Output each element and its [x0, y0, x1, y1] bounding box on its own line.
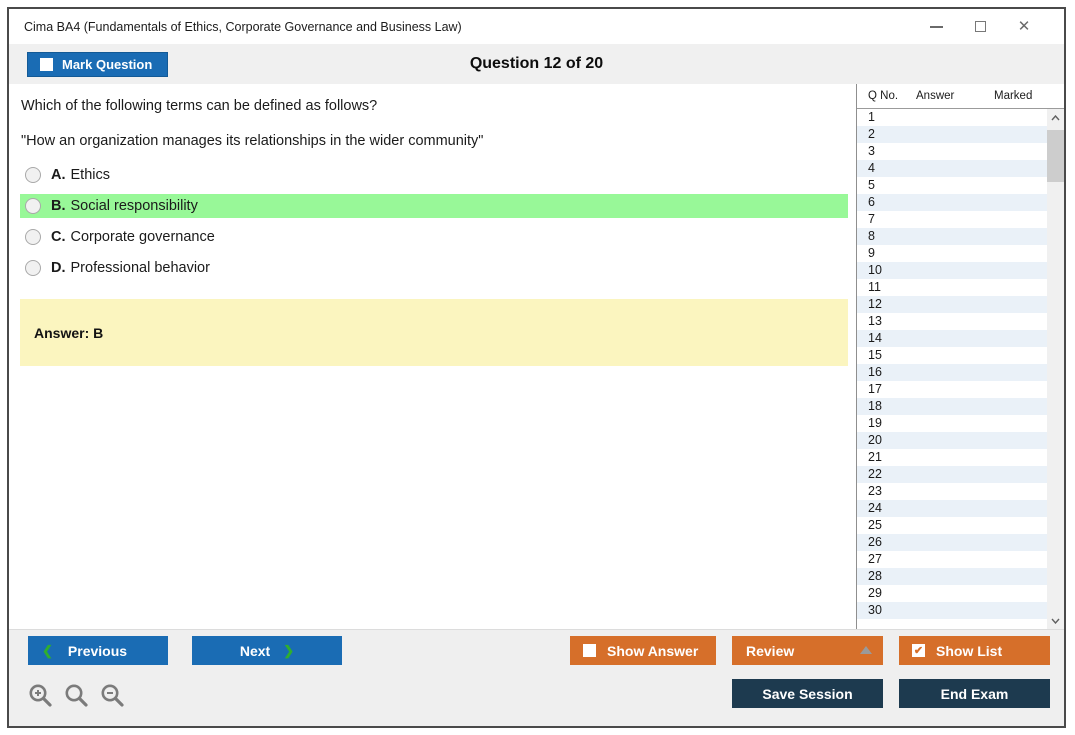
- question-list-row[interactable]: 17: [857, 381, 1064, 398]
- chevron-left-icon: ❮: [42, 642, 53, 658]
- window-title: Cima BA4 (Fundamentals of Ethics, Corpor…: [24, 19, 462, 34]
- show-list-button[interactable]: ✔ Show List: [899, 636, 1050, 665]
- end-exam-label: End Exam: [940, 685, 1009, 702]
- option-c[interactable]: C. Corporate governance: [20, 225, 848, 249]
- question-list-row[interactable]: 25: [857, 517, 1064, 534]
- option-letter: B.: [51, 198, 66, 214]
- next-label: Next: [239, 642, 271, 659]
- question-prompt: Which of the following terms can be defi…: [21, 98, 378, 114]
- mark-question-button[interactable]: Mark Question: [27, 52, 169, 77]
- mark-question-label: Mark Question: [62, 57, 153, 72]
- checkbox-unchecked-icon[interactable]: [583, 644, 596, 657]
- previous-button[interactable]: ❮ Previous: [28, 636, 168, 665]
- question-quote: "How an organization manages its relatio…: [21, 133, 484, 149]
- question-list-row[interactable]: 15: [857, 347, 1064, 364]
- question-list-row[interactable]: 11: [857, 279, 1064, 296]
- exam-window: Cima BA4 (Fundamentals of Ethics, Corpor…: [7, 7, 1066, 728]
- scroll-up-icon[interactable]: [1047, 109, 1064, 126]
- question-list-row[interactable]: 10: [857, 262, 1064, 279]
- content-area: Which of the following terms can be defi…: [9, 84, 1064, 629]
- header-bar: Mark Question Question 12 of 20: [9, 44, 1064, 84]
- question-list-row[interactable]: 4: [857, 160, 1064, 177]
- option-b[interactable]: B. Social responsibility: [20, 194, 848, 218]
- answer-reveal-box: Answer: B: [20, 299, 848, 366]
- previous-label: Previous: [67, 642, 128, 659]
- question-list-row[interactable]: 29: [857, 585, 1064, 602]
- option-a[interactable]: A. Ethics: [20, 163, 848, 187]
- scrollbar-thumb[interactable]: [1047, 130, 1064, 182]
- zoom-toolbar: [27, 682, 127, 710]
- close-icon[interactable]: ✕: [1017, 19, 1031, 34]
- question-list-header: Q No. Answer Marked: [857, 84, 1064, 109]
- show-answer-label: Show Answer: [607, 642, 699, 659]
- zoom-out-icon[interactable]: [99, 682, 127, 710]
- question-counter: Question 12 of 20: [469, 55, 604, 72]
- question-list-row[interactable]: 26: [857, 534, 1064, 551]
- answer-label: Answer: B: [34, 324, 104, 341]
- save-session-button[interactable]: Save Session: [732, 679, 883, 708]
- radio-button[interactable]: [25, 260, 41, 276]
- option-text: Professional behavior: [70, 260, 210, 276]
- question-list: 1 2 3 4 5 6 7 8 9 10 11 12 13 14 15 16 17 18 19 20 21 22 23 24 2…: [857, 109, 1064, 629]
- option-text: Social responsibility: [70, 198, 198, 214]
- title-bar: Cima BA4 (Fundamentals of Ethics, Corpor…: [9, 9, 1064, 44]
- zoom-in-icon[interactable]: [27, 682, 55, 710]
- save-session-label: Save Session: [762, 685, 853, 702]
- end-exam-button[interactable]: End Exam: [899, 679, 1050, 708]
- radio-button[interactable]: [25, 229, 41, 245]
- question-list-scrollbar[interactable]: [1047, 109, 1064, 629]
- option-letter: D.: [51, 260, 66, 276]
- review-button[interactable]: Review: [732, 636, 883, 665]
- scroll-down-icon[interactable]: [1047, 612, 1064, 629]
- column-answer: Answer: [916, 90, 955, 102]
- question-list-row[interactable]: 23: [857, 483, 1064, 500]
- question-list-row[interactable]: 6: [857, 194, 1064, 211]
- maximize-icon[interactable]: [973, 20, 987, 34]
- question-list-row[interactable]: 7: [857, 211, 1064, 228]
- question-list-row[interactable]: 19: [857, 415, 1064, 432]
- question-list-row[interactable]: 9: [857, 245, 1064, 262]
- window-controls: ✕: [929, 19, 1049, 34]
- next-button[interactable]: Next ❯: [192, 636, 342, 665]
- option-text: Corporate governance: [70, 229, 215, 245]
- option-d[interactable]: D. Professional behavior: [20, 256, 848, 280]
- checkbox-checked-icon[interactable]: ✔: [912, 644, 925, 657]
- question-list-row[interactable]: 28: [857, 568, 1064, 585]
- question-list-row[interactable]: 12: [857, 296, 1064, 313]
- question-list-row[interactable]: 5: [857, 177, 1064, 194]
- question-list-row[interactable]: 2: [857, 126, 1064, 143]
- question-list-row[interactable]: 3: [857, 143, 1064, 160]
- question-list-row[interactable]: 21: [857, 449, 1064, 466]
- question-panel: Which of the following terms can be defi…: [9, 84, 856, 629]
- question-list-row[interactable]: 8: [857, 228, 1064, 245]
- chevron-right-icon: ❯: [283, 642, 295, 658]
- question-list-row[interactable]: 30: [857, 602, 1064, 619]
- question-list-row[interactable]: 27: [857, 551, 1064, 568]
- review-label: Review: [746, 642, 795, 659]
- question-list-row[interactable]: 13: [857, 313, 1064, 330]
- question-list-row[interactable]: 14: [857, 330, 1064, 347]
- question-list-row[interactable]: 22: [857, 466, 1064, 483]
- radio-button[interactable]: [25, 167, 41, 183]
- answer-options: A. Ethics B. Social responsibility C. Co…: [9, 163, 856, 280]
- show-list-label: Show List: [936, 642, 1003, 659]
- question-list-row[interactable]: 20: [857, 432, 1064, 449]
- zoom-reset-icon[interactable]: [63, 682, 91, 710]
- question-list-row[interactable]: 18: [857, 398, 1064, 415]
- footer-bar: ❮ Previous Next ❯ Show Answer Review ✔ S…: [9, 629, 1064, 726]
- question-list-row[interactable]: 16: [857, 364, 1064, 381]
- option-text: Ethics: [70, 167, 111, 183]
- option-letter: C.: [51, 229, 66, 245]
- triangle-up-icon: [860, 646, 872, 654]
- checkbox-unchecked-icon[interactable]: [40, 58, 53, 71]
- show-answer-button[interactable]: Show Answer: [570, 636, 716, 665]
- question-list-panel: Q No. Answer Marked 1 2 3 4 5 6 7 8 9 10 11 12 13 14 1…: [856, 84, 1064, 629]
- minimize-icon[interactable]: [929, 20, 943, 34]
- radio-button[interactable]: [25, 198, 41, 214]
- column-qno: Q No.: [868, 90, 899, 102]
- question-list-row[interactable]: 1: [857, 109, 1064, 126]
- question-list-row[interactable]: 24: [857, 500, 1064, 517]
- option-letter: A.: [51, 167, 66, 183]
- column-marked: Marked: [994, 90, 1033, 102]
